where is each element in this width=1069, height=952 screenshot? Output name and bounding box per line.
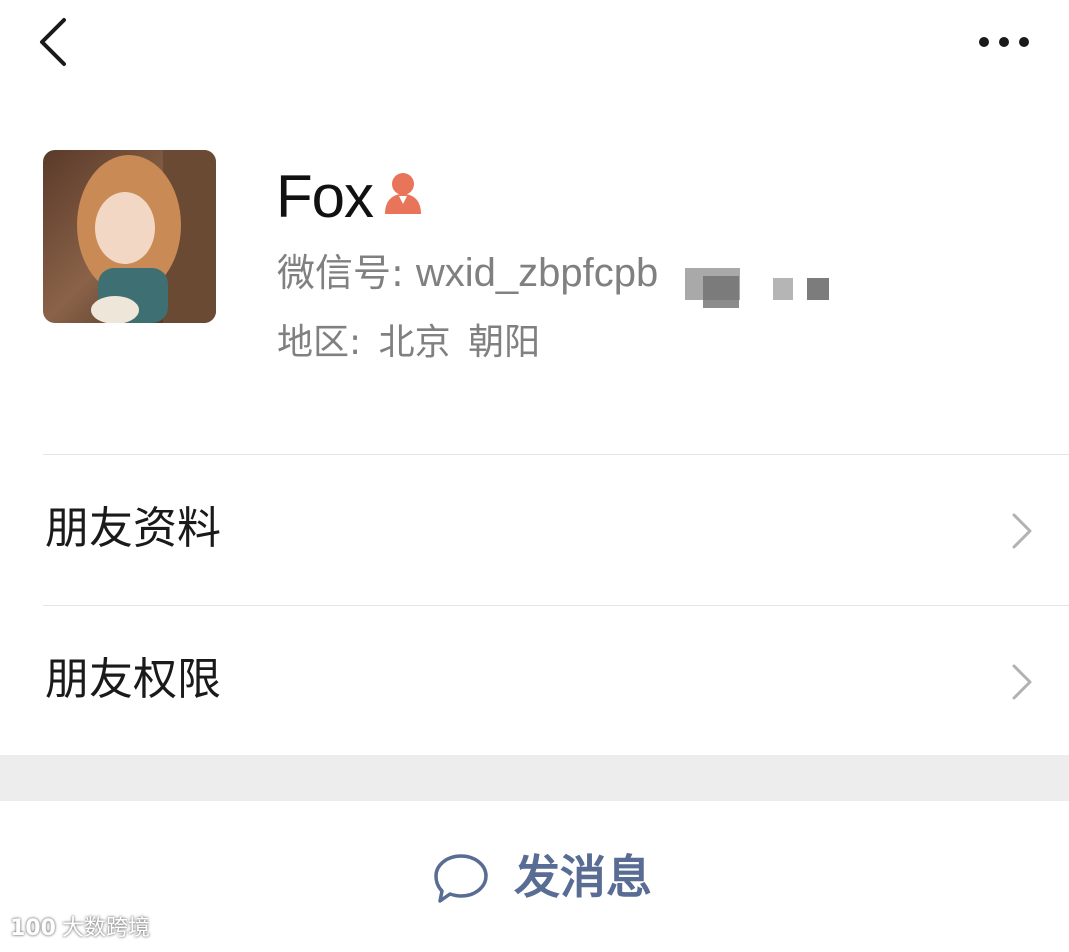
watermark: 100 大数跨境 (10, 914, 150, 944)
ellipsis-icon (979, 37, 1029, 47)
region-label: 地区: (277, 322, 362, 363)
region-city: 朝阳 (468, 322, 541, 363)
wechat-id-value[interactable]: wxid_zbpfcpb (416, 251, 658, 295)
chevron-right-icon (1008, 509, 1036, 553)
region-province: 北京 (378, 322, 451, 363)
redaction-mask (685, 268, 835, 308)
menu-item-friend-permissions[interactable]: 朋友权限 (0, 606, 1069, 756)
back-button[interactable] (30, 14, 80, 70)
send-message-label: 发消息 (514, 850, 652, 904)
chevron-right-icon (1008, 660, 1036, 704)
top-bar (0, 0, 1069, 90)
watermark-text: 大数跨境 (61, 916, 150, 941)
wechat-id-label: 微信号: (277, 251, 404, 295)
contact-name: Fox (276, 163, 374, 230)
more-options-button[interactable] (968, 22, 1040, 62)
menu-item-friend-info[interactable]: 朋友资料 (0, 455, 1069, 605)
region-row: 地区: 北京 朝阳 (277, 318, 546, 368)
chevron-left-icon (40, 18, 66, 66)
menu-item-label: 朋友权限 (45, 654, 221, 705)
send-message-button[interactable]: 发消息 (0, 801, 1069, 952)
female-person-icon (381, 170, 425, 216)
chat-bubble-icon (432, 851, 490, 905)
menu-item-label: 朋友资料 (45, 503, 221, 554)
avatar-photo (43, 150, 216, 323)
watermark-logo: 100 (10, 916, 56, 941)
profile-header: Fox 微信号: wxid_zbpfcpb 地区: 北京 朝阳 (0, 140, 1069, 390)
avatar[interactable] (43, 150, 216, 323)
section-separator (0, 755, 1069, 801)
wechat-id-row: 微信号: wxid_zbpfcpb (277, 248, 658, 298)
